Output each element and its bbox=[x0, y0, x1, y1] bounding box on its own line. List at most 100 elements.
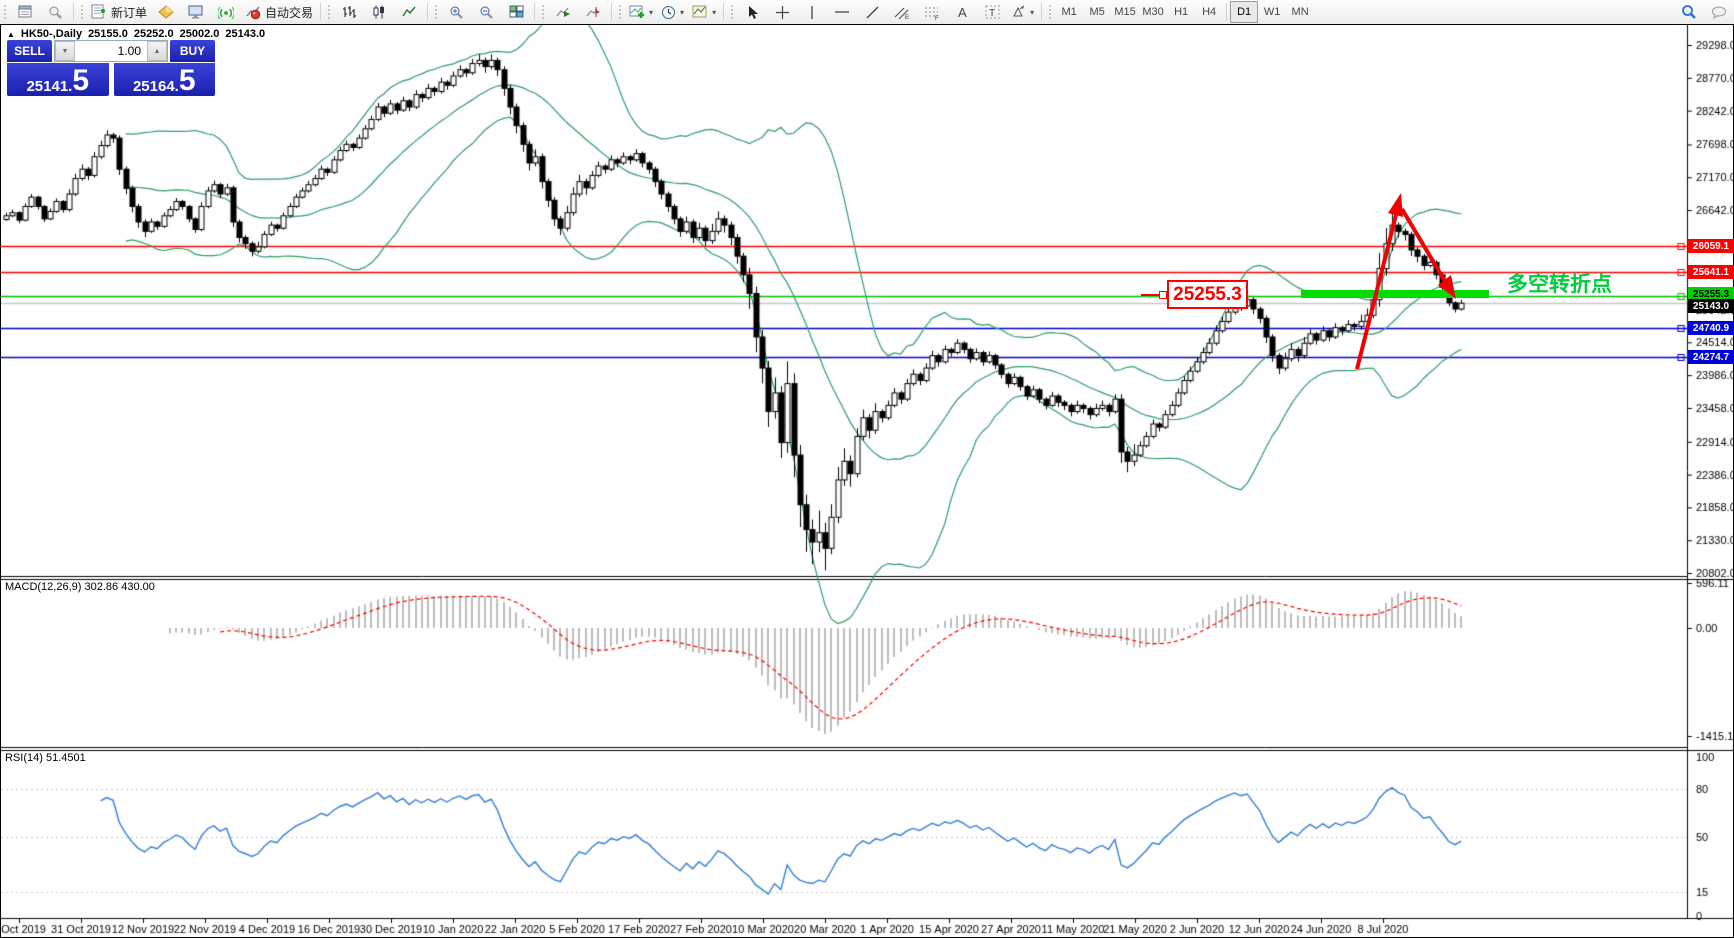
channel-tool-button[interactable]: E bbox=[887, 0, 917, 24]
volume-up-button[interactable]: ▲ bbox=[147, 41, 167, 61]
ohlc-open: 25155.0 bbox=[88, 28, 128, 40]
periods-dropdown-caret: ▾ bbox=[680, 8, 684, 17]
text-tool-button[interactable]: A bbox=[947, 0, 977, 24]
pivot-label-text: 多空转折点 bbox=[1507, 268, 1612, 298]
zoom-out-button[interactable] bbox=[471, 0, 501, 24]
volume-input[interactable]: 1.00 bbox=[75, 41, 147, 61]
styler-icon bbox=[158, 5, 174, 19]
auto-trading-label: 自动交易 bbox=[265, 4, 313, 21]
terminal-button[interactable] bbox=[181, 0, 211, 24]
candlestick-type-button[interactable] bbox=[364, 0, 394, 24]
collapse-arrow-icon[interactable]: ▲ bbox=[7, 30, 15, 39]
chart-canvas[interactable] bbox=[1, 25, 1733, 935]
pivot-price-text: 25255.3 bbox=[1173, 284, 1242, 306]
tf-h4-button[interactable]: H4 bbox=[1195, 1, 1223, 23]
pivot-highlight-bar[interactable] bbox=[1301, 290, 1489, 298]
price-badge-current[interactable]: 25143.0 bbox=[1688, 299, 1734, 313]
price-badge-resistance-2[interactable]: 25641.1 bbox=[1688, 265, 1734, 279]
chart-symbol-period: HK50-,Daily bbox=[21, 28, 82, 40]
search-button[interactable] bbox=[1674, 0, 1704, 24]
macd-value-signal: 430.00 bbox=[121, 581, 155, 593]
indicators-dropdown-caret: ▾ bbox=[649, 8, 653, 17]
shapes-icon bbox=[1011, 5, 1026, 19]
tf-m5-button[interactable]: M5 bbox=[1083, 1, 1111, 23]
buy-price[interactable]: 25164. 5 bbox=[114, 63, 216, 96]
templates-dropdown-caret: ▾ bbox=[712, 8, 716, 17]
zoom-in-icon bbox=[449, 5, 464, 20]
auto-trading-button[interactable]: 自动交易 bbox=[241, 0, 317, 24]
new-order-label: 新订单 bbox=[111, 4, 147, 21]
volume-group: ▼ 1.00 ▲ bbox=[54, 40, 168, 62]
indicators-icon bbox=[629, 5, 645, 20]
pivot-price-callout[interactable]: 25255.3 bbox=[1167, 280, 1248, 309]
chat-button[interactable] bbox=[1704, 0, 1734, 24]
periods-button[interactable]: ▾ bbox=[657, 0, 688, 24]
signal-icon bbox=[218, 5, 234, 20]
templates-icon bbox=[692, 5, 708, 20]
fibonacci-icon: F bbox=[924, 5, 940, 20]
chat-bubble-icon bbox=[1711, 5, 1728, 20]
candlestick-icon bbox=[372, 5, 386, 19]
indicators-button[interactable]: ▾ bbox=[625, 0, 657, 24]
price-badge-support-1[interactable]: 24740.9 bbox=[1688, 321, 1734, 335]
buy-price-main: 25164. bbox=[133, 79, 179, 94]
clock-icon bbox=[661, 5, 676, 20]
buy-button[interactable]: BUY bbox=[170, 40, 215, 62]
horizontal-line-icon bbox=[834, 7, 850, 17]
horizontal-line-tool-button[interactable] bbox=[827, 0, 857, 24]
crosshair-tool-button[interactable] bbox=[767, 0, 797, 24]
chart-window: 25255.3 多空转折点 ▲ HK50-,Daily 25155.0 2525… bbox=[0, 24, 1734, 938]
zoom-in-button[interactable] bbox=[441, 0, 471, 24]
macd-value-main: 302.86 bbox=[84, 581, 118, 593]
templates-button[interactable]: ▾ bbox=[688, 0, 720, 24]
chart-shift-button[interactable] bbox=[578, 0, 608, 24]
line-chart-type-button[interactable] bbox=[394, 0, 424, 24]
styler-button[interactable] bbox=[151, 0, 181, 24]
tf-m15-button[interactable]: M15 bbox=[1111, 1, 1139, 23]
trendline-tool-button[interactable] bbox=[857, 0, 887, 24]
rsi-label: RSI(14) bbox=[5, 752, 43, 764]
rsi-value: 51.4501 bbox=[46, 752, 86, 764]
svg-text:A: A bbox=[958, 5, 967, 19]
tf-m1-button[interactable]: M1 bbox=[1055, 1, 1083, 23]
market-watch-button[interactable] bbox=[40, 0, 70, 24]
tf-mn-button[interactable]: MN bbox=[1286, 1, 1314, 23]
price-badge-support-2[interactable]: 24274.7 bbox=[1688, 350, 1734, 364]
crosshair-icon bbox=[775, 5, 790, 20]
vertical-line-tool-button[interactable] bbox=[797, 0, 827, 24]
tile-windows-icon bbox=[509, 5, 524, 19]
pivot-line-anchor[interactable] bbox=[1159, 291, 1167, 299]
bar-chart-type-button[interactable] bbox=[334, 0, 364, 24]
buy-price-pips: 5 bbox=[179, 69, 196, 94]
new-order-button[interactable]: 新订单 bbox=[87, 0, 151, 24]
tf-m30-button[interactable]: M30 bbox=[1139, 1, 1167, 23]
sell-price[interactable]: 25141. 5 bbox=[7, 63, 109, 96]
tf-d1-button[interactable]: D1 bbox=[1230, 1, 1258, 23]
fibonacci-tool-button[interactable]: F bbox=[917, 0, 947, 24]
toolbar-grip bbox=[3, 4, 7, 20]
trendline-icon bbox=[865, 5, 880, 20]
auto-scroll-icon bbox=[556, 5, 571, 19]
shapes-tool-button[interactable]: ▾ bbox=[1007, 0, 1038, 24]
sell-button[interactable]: SELL bbox=[7, 40, 52, 62]
signal-button[interactable] bbox=[211, 0, 241, 24]
bar-chart-icon bbox=[342, 5, 356, 19]
shapes-dropdown-caret: ▾ bbox=[1030, 8, 1034, 17]
macd-label: MACD(12,26,9) bbox=[5, 581, 81, 593]
tf-h1-button[interactable]: H1 bbox=[1167, 1, 1195, 23]
one-click-trading-panel: SELL ▼ 1.00 ▲ BUY 25141. 5 25164. 5 bbox=[7, 40, 215, 96]
cursor-tool-button[interactable] bbox=[737, 0, 767, 24]
text-label-tool-button[interactable]: T bbox=[977, 0, 1007, 24]
vertical-line-icon bbox=[807, 5, 817, 20]
zoom-out-icon bbox=[479, 5, 494, 20]
macd-label-row: MACD(12,26,9) 302.86 430.00 bbox=[5, 581, 155, 593]
rsi-label-row: RSI(14) 51.4501 bbox=[5, 752, 86, 764]
auto-scroll-button[interactable] bbox=[548, 0, 578, 24]
volume-down-button[interactable]: ▼ bbox=[55, 41, 75, 61]
new-order-icon bbox=[91, 4, 108, 20]
charts-window-button[interactable] bbox=[10, 0, 40, 24]
tile-windows-button[interactable] bbox=[501, 0, 531, 24]
price-badge-resistance-1[interactable]: 26059.1 bbox=[1688, 239, 1734, 253]
text-icon: A bbox=[956, 5, 969, 19]
tf-w1-button[interactable]: W1 bbox=[1258, 1, 1286, 23]
